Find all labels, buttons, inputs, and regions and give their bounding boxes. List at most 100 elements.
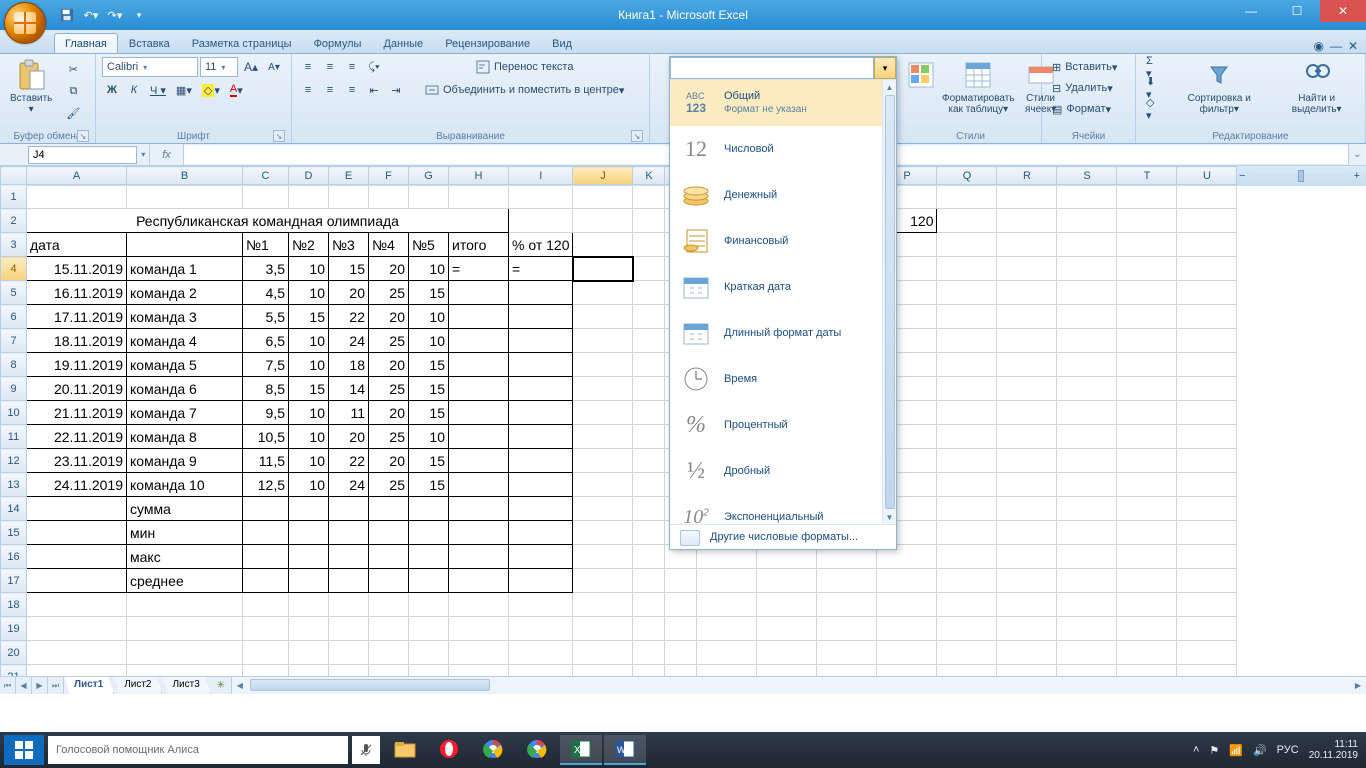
cell-C21[interactable]	[243, 665, 289, 677]
cell-S2[interactable]	[1057, 209, 1117, 233]
cell-C19[interactable]	[243, 617, 289, 641]
cell-Q14[interactable]	[937, 497, 997, 521]
ribbon-tab-4[interactable]: Данные	[372, 33, 434, 53]
help-icon[interactable]: ◉	[1313, 39, 1323, 53]
cell-P17[interactable]	[877, 569, 937, 593]
cell-Q3[interactable]	[937, 233, 997, 257]
cell-A7[interactable]: 18.11.2019	[27, 329, 127, 353]
cell-I13[interactable]	[509, 473, 573, 497]
cell-Q4[interactable]	[937, 257, 997, 281]
cell-I20[interactable]	[509, 641, 573, 665]
name-box[interactable]	[28, 146, 137, 164]
cell-A11[interactable]: 22.11.2019	[27, 425, 127, 449]
cell-Q17[interactable]	[937, 569, 997, 593]
tab-nav-next[interactable]: ▶	[32, 677, 48, 694]
cell-F11[interactable]: 25	[369, 425, 409, 449]
cell-I11[interactable]	[509, 425, 573, 449]
cell-H10[interactable]	[449, 401, 509, 425]
cell-L17[interactable]	[665, 569, 697, 593]
cell-R16[interactable]	[997, 545, 1057, 569]
cell-S6[interactable]	[1057, 305, 1117, 329]
cell-S8[interactable]	[1057, 353, 1117, 377]
cell-R13[interactable]	[997, 473, 1057, 497]
cell-B9[interactable]: команда 6	[127, 377, 243, 401]
cell-A3[interactable]: дата	[27, 233, 127, 257]
col-header-T[interactable]: T	[1117, 167, 1177, 185]
cell-I18[interactable]	[509, 593, 573, 617]
cell-Q5[interactable]	[937, 281, 997, 305]
cell-C6[interactable]: 5,5	[243, 305, 289, 329]
cell-S20[interactable]	[1057, 641, 1117, 665]
tray-flag-icon[interactable]: ⚑	[1209, 744, 1219, 757]
cell-F16[interactable]	[369, 545, 409, 569]
row-header-5[interactable]: 5	[1, 281, 27, 305]
cell-H12[interactable]	[449, 449, 509, 473]
col-header-B[interactable]: B	[127, 167, 243, 185]
cell-A21[interactable]	[27, 665, 127, 677]
cell-R12[interactable]	[997, 449, 1057, 473]
cell-S4[interactable]	[1057, 257, 1117, 281]
col-header-I[interactable]: I	[509, 167, 573, 185]
cell-C18[interactable]	[243, 593, 289, 617]
cell-U20[interactable]	[1177, 641, 1237, 665]
cell-H13[interactable]	[449, 473, 509, 497]
borders-button[interactable]: ▦▾	[172, 80, 196, 100]
cell-G17[interactable]	[409, 569, 449, 593]
cell-I9[interactable]	[509, 377, 573, 401]
cell-A13[interactable]: 24.11.2019	[27, 473, 127, 497]
number-format-more[interactable]: Другие числовые форматы...	[670, 524, 896, 549]
tray-show-hidden-icon[interactable]: ˄	[1193, 744, 1199, 756]
cell-K21[interactable]	[633, 665, 665, 677]
cell-R18[interactable]	[997, 593, 1057, 617]
cell-T17[interactable]	[1117, 569, 1177, 593]
cell-C14[interactable]	[243, 497, 289, 521]
cell-M17[interactable]	[697, 569, 757, 593]
cell-S15[interactable]	[1057, 521, 1117, 545]
cell-E17[interactable]	[329, 569, 369, 593]
office-button[interactable]	[4, 2, 46, 44]
cell-G6[interactable]: 10	[409, 305, 449, 329]
cell-F4[interactable]: 20	[369, 257, 409, 281]
cell-J7[interactable]	[573, 329, 633, 353]
cell-K11[interactable]	[633, 425, 665, 449]
cell-B8[interactable]: команда 5	[127, 353, 243, 377]
hscroll-left[interactable]: ◀	[232, 677, 248, 694]
cell-I19[interactable]	[509, 617, 573, 641]
cell-T16[interactable]	[1117, 545, 1177, 569]
cell-S12[interactable]	[1057, 449, 1117, 473]
cell-I17[interactable]	[509, 569, 573, 593]
cell-J17[interactable]	[573, 569, 633, 593]
cell-G3[interactable]: №5	[409, 233, 449, 257]
taskbar-app-explorer[interactable]	[384, 735, 426, 765]
ribbon-tab-5[interactable]: Рецензирование	[434, 33, 541, 53]
cell-K8[interactable]	[633, 353, 665, 377]
tray-language[interactable]: РУС	[1277, 744, 1299, 756]
cell-H11[interactable]	[449, 425, 509, 449]
cell-T2[interactable]	[1117, 209, 1177, 233]
cell-D12[interactable]: 10	[289, 449, 329, 473]
cell-S13[interactable]	[1057, 473, 1117, 497]
select-all-corner[interactable]	[1, 167, 27, 185]
cell-T7[interactable]	[1117, 329, 1177, 353]
number-format-item-2[interactable]: Денежный	[670, 172, 882, 218]
cell-R4[interactable]	[997, 257, 1057, 281]
cell-U17[interactable]	[1177, 569, 1237, 593]
cell-F17[interactable]	[369, 569, 409, 593]
decrease-indent-button[interactable]: ⇤	[364, 80, 384, 100]
cell-G19[interactable]	[409, 617, 449, 641]
cell-B6[interactable]: команда 3	[127, 305, 243, 329]
row-header-14[interactable]: 14	[1, 497, 27, 521]
delete-cells-button[interactable]: ⊟ Удалить ▾	[1048, 78, 1121, 98]
col-header-R[interactable]: R	[997, 167, 1057, 185]
cell-C12[interactable]: 11,5	[243, 449, 289, 473]
col-header-S[interactable]: S	[1057, 167, 1117, 185]
cell-I15[interactable]	[509, 521, 573, 545]
number-format-item-8[interactable]: ½Дробный	[670, 448, 882, 494]
inner-close-icon[interactable]: ✕	[1348, 39, 1358, 53]
number-format-scrollbar[interactable]: ▲ ▼	[882, 80, 896, 524]
cell-E10[interactable]: 11	[329, 401, 369, 425]
cell-O19[interactable]	[817, 617, 877, 641]
cell-A16[interactable]	[27, 545, 127, 569]
cell-Q16[interactable]	[937, 545, 997, 569]
cell-C9[interactable]: 8,5	[243, 377, 289, 401]
